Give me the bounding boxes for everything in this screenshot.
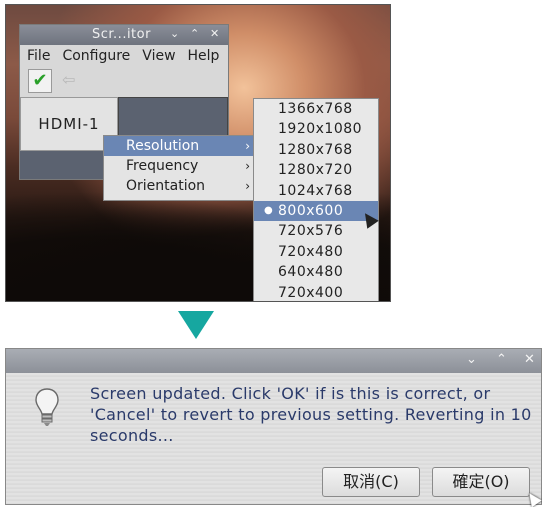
menu-item-frequency[interactable]: Frequency › [104, 156, 256, 176]
minimize-icon[interactable]: ⌄ [170, 27, 179, 40]
submenu-arrow-icon: › [245, 139, 250, 153]
dialog-message: Screen updated. Click 'OK' if is this is… [90, 384, 532, 445]
menubar: File Configure View Help [20, 45, 228, 67]
resolution-option[interactable]: 1280x768 [254, 140, 378, 160]
submenu-arrow-icon: › [245, 159, 250, 173]
maximize-icon[interactable]: ⌃ [496, 352, 507, 367]
resolution-option[interactable]: 1920x1080 [254, 119, 378, 139]
menu-item-orientation[interactable]: Orientation › [104, 176, 256, 196]
menu-file[interactable]: File [27, 48, 50, 64]
top-screenshot: Scr...itor ⌄ ⌃ ✕ File Configure View Hel… [5, 4, 391, 302]
monitor-context-menu: Resolution › Frequency › Orientation › [103, 135, 257, 201]
cancel-button[interactable]: 取消(C) [322, 467, 420, 497]
ok-button[interactable]: 確定(O) [432, 467, 530, 497]
menu-item-label: Resolution [126, 138, 200, 154]
lightbulb-icon [35, 388, 59, 426]
close-icon[interactable]: ✕ [524, 352, 535, 367]
monitor-block-tertiary [20, 151, 116, 179]
menu-configure[interactable]: Configure [62, 48, 130, 64]
radio-bullet-icon: ● [264, 204, 274, 216]
resolution-label: 720x576 [278, 223, 344, 240]
apply-checkmark-icon[interactable]: ✔ [28, 69, 52, 93]
monitor-label: HDMI-1 [38, 115, 100, 133]
resolution-option[interactable]: 720x480 [254, 242, 378, 262]
resolution-label: 720x480 [278, 243, 344, 260]
menu-help[interactable]: Help [188, 48, 220, 64]
resolution-label: 720x400 [278, 284, 344, 301]
minimize-icon[interactable]: ⌄ [466, 352, 477, 367]
resolution-option[interactable]: 720x400 [254, 283, 378, 301]
menu-item-resolution[interactable]: Resolution › [104, 136, 256, 156]
resolution-label: 1366x768 [278, 101, 353, 117]
dialog-titlebar[interactable]: ⌄ ⌃ ✕ [6, 349, 541, 373]
menu-view[interactable]: View [142, 48, 175, 64]
toolbar: ✔ ⇦ [20, 67, 228, 95]
resolution-option[interactable]: 1280x720 [254, 160, 378, 180]
resolution-label: 1280x720 [278, 162, 353, 179]
resolution-option[interactable]: 720x576 [254, 221, 378, 241]
menu-item-label: Frequency [126, 158, 199, 174]
submenu-arrow-icon: › [245, 179, 250, 193]
close-icon[interactable]: ✕ [210, 27, 219, 40]
maximize-icon[interactable]: ⌃ [190, 27, 199, 40]
window-titlebar[interactable]: Scr...itor ⌄ ⌃ ✕ [20, 25, 228, 45]
resolution-option[interactable]: 640x480 [254, 262, 378, 282]
down-arrow-icon [178, 311, 214, 339]
resolution-option[interactable]: 1366x768 [254, 99, 378, 119]
undo-arrow-icon[interactable]: ⇦ [62, 70, 75, 89]
resolution-submenu: 1366x768 1920x1080 1280x768 1280x720 102… [253, 98, 379, 301]
menu-item-label: Orientation [126, 178, 206, 194]
window-title: Scr...itor [92, 27, 151, 42]
confirm-dialog: ⌄ ⌃ ✕ Screen updated. Click 'OK' if is t… [5, 348, 542, 507]
resolution-label: 640x480 [278, 264, 344, 281]
resolution-label: 1920x1080 [278, 121, 363, 138]
resolution-option[interactable]: 1024x768 [254, 181, 378, 201]
resolution-label: 1280x768 [278, 141, 353, 158]
resolution-label: 1024x768 [278, 182, 353, 199]
resolution-label: 800x600 [278, 202, 344, 219]
